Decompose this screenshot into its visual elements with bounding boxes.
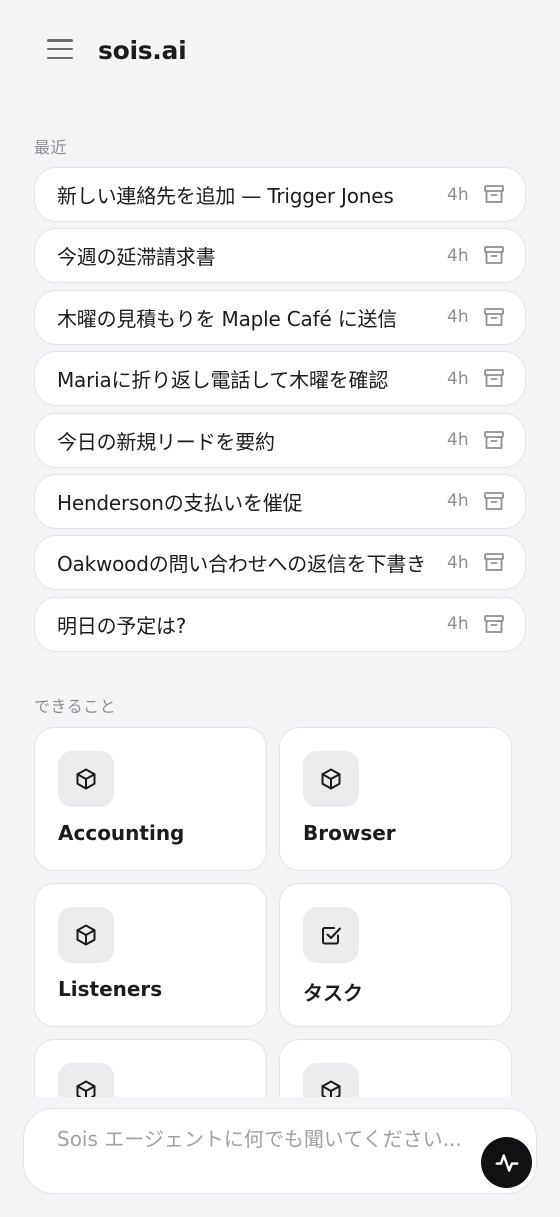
recent-item-time: 4h <box>447 552 469 573</box>
archive-icon[interactable] <box>483 613 505 635</box>
hamburger-menu-icon[interactable] <box>47 39 73 59</box>
archive-icon[interactable] <box>483 245 505 267</box>
recent-list: 新しい連絡先を追加 — Trigger Jones 4h 今週の延滞請求書 4h… <box>34 167 526 658</box>
archive-icon[interactable] <box>483 490 505 512</box>
archive-icon[interactable] <box>483 184 505 206</box>
capability-card-listeners[interactable]: Listeners <box>34 883 267 1027</box>
capability-card-label: Accounting <box>58 821 185 845</box>
recent-item[interactable]: Oakwoodの問い合わせへの返信を下書き 4h <box>34 535 526 591</box>
recent-item-time: 4h <box>447 491 469 512</box>
checkbox-icon <box>303 907 359 963</box>
recent-item-title: 今日の新規リードを要約 <box>57 429 275 454</box>
capability-card-label: Browser <box>303 821 396 845</box>
archive-icon[interactable] <box>483 552 505 574</box>
recent-item-time: 4h <box>447 614 469 635</box>
recent-item-title: 新しい連絡先を追加 — Trigger Jones <box>57 184 394 208</box>
cube-icon <box>58 751 114 807</box>
recent-item-title: Hendersonの支払いを催促 <box>57 490 303 515</box>
capability-card[interactable] <box>279 1039 512 1097</box>
recent-item[interactable]: Mariaに折り返し電話して木曜を確認 4h <box>34 351 526 407</box>
app-header: sois.ai <box>0 0 560 100</box>
capability-card-label: タスク <box>303 981 363 1005</box>
cube-icon <box>303 751 359 807</box>
recent-item-title: 明日の予定は? <box>57 613 187 638</box>
capabilities-section-label: できること <box>34 697 117 716</box>
recent-item-title: Oakwoodの問い合わせへの返信を下書き <box>57 552 426 577</box>
recent-item-time: 4h <box>447 307 469 328</box>
recent-item-time: 4h <box>447 245 469 266</box>
chat-composer <box>23 1108 537 1194</box>
capability-card[interactable] <box>34 1039 267 1097</box>
app-title: sois.ai <box>98 35 187 65</box>
recent-item[interactable]: Hendersonの支払いを催促 4h <box>34 473 526 529</box>
archive-icon[interactable] <box>483 429 505 451</box>
cube-icon <box>58 907 114 963</box>
activity-pulse-icon[interactable] <box>481 1137 532 1188</box>
cube-icon <box>303 1063 359 1097</box>
recent-item-title: 木曜の見積もりを Maple Café に送信 <box>57 306 398 331</box>
recent-item-time: 4h <box>447 184 469 205</box>
capability-card-label: Listeners <box>58 977 163 1001</box>
recent-item-title: 今週の延滞請求書 <box>57 245 216 270</box>
recent-item[interactable]: 今週の延滞請求書 4h <box>34 228 526 284</box>
archive-icon[interactable] <box>483 368 505 390</box>
capability-card-tasks[interactable]: タスク <box>279 883 512 1027</box>
capabilities-grid: Accounting Browser Listeners タスク <box>34 727 512 1097</box>
recent-item[interactable]: 木曜の見積もりを Maple Café に送信 4h <box>34 289 526 345</box>
recent-item-title: Mariaに折り返し電話して木曜を確認 <box>57 368 389 393</box>
recent-section-label: 最近 <box>34 138 68 157</box>
cube-icon <box>58 1063 114 1097</box>
chat-input[interactable] <box>57 1126 467 1182</box>
archive-icon[interactable] <box>483 306 505 328</box>
capability-card-browser[interactable]: Browser <box>279 727 512 871</box>
recent-item[interactable]: 明日の予定は? 4h <box>34 596 526 652</box>
recent-item-time: 4h <box>447 368 469 389</box>
recent-item[interactable]: 今日の新規リードを要約 4h <box>34 412 526 468</box>
recent-item[interactable]: 新しい連絡先を追加 — Trigger Jones 4h <box>34 167 526 222</box>
capability-card-accounting[interactable]: Accounting <box>34 727 267 871</box>
recent-item-time: 4h <box>447 430 469 451</box>
